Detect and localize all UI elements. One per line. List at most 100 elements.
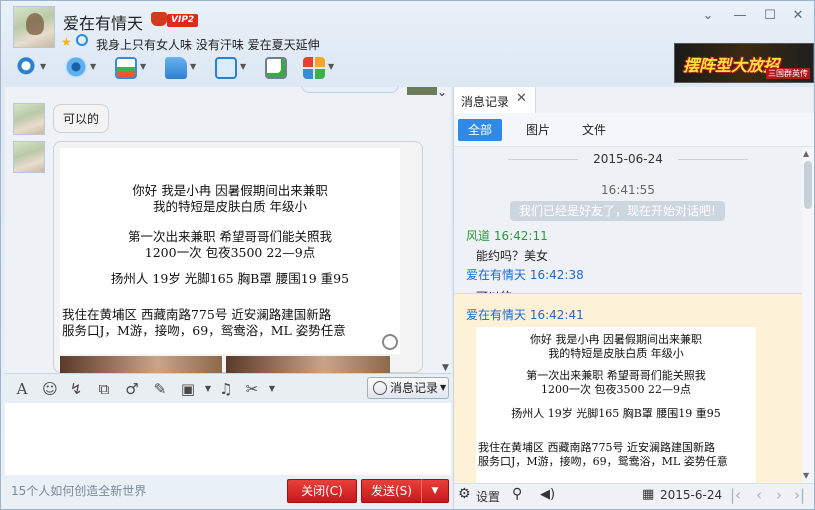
scroll-up-icon[interactable]: ▲ [803,149,809,158]
apps-grid-button[interactable]: ▼ [301,56,339,80]
chevron-down-icon[interactable]: ▼ [90,62,96,71]
filter-files[interactable]: 文件 [572,119,616,141]
chat-window: 爱在有情天 VIP2 ★ 我身上只有女人味 没有汗味 爱在夏天延伸 ⌄ — ☐ … [0,0,815,510]
chevron-down-icon[interactable]: ▼ [140,62,146,71]
image-text-line: 服务口J，M游，接吻，69，鸳鸯浴，ML 姿势任意 [62,323,346,338]
system-message: 我们已经是好友了，现在开始对话吧! [510,201,725,221]
message-history-button[interactable]: 消息记录 ▼ [367,377,449,399]
edit-icon[interactable]: ✎ [149,378,171,400]
chevron-down-icon[interactable]: ⌄ [698,7,718,25]
input-hint[interactable]: 15个人如何创造全新世界 [11,482,146,499]
speaker-icon[interactable]: ◀) [540,487,555,502]
vip-badge[interactable]: VIP2 [167,14,199,27]
file-transfer-button[interactable]: ▼ [163,56,201,80]
filter-all[interactable]: 全部 [458,119,503,141]
message-history-label: 消息记录 [390,381,439,395]
scissors-icon[interactable]: ✂ [241,378,263,400]
ad-banner-sub: 三国群英传 [766,68,810,79]
remote-desktop-icon [115,57,137,79]
sender-name: 爱在有情天 [466,268,527,282]
contact-avatar[interactable] [13,6,55,48]
contact-signature: 我身上只有女人味 没有汗味 爱在夏天延伸 [96,38,320,52]
video-icon [65,57,87,79]
ad-banner-title: 摆阵型大放招 [683,56,780,75]
emoji-icon[interactable]: ☺ [39,378,61,400]
previous-avatar [407,87,437,95]
voice-call-button[interactable]: ▼ [13,56,51,80]
message-sender: 爱在有情天 16:42:41 [466,306,584,323]
contact-nickname[interactable]: 爱在有情天 [63,10,143,34]
screenshot-icon[interactable]: ⧉ [93,378,115,400]
zoom-in-icon[interactable] [382,334,398,350]
remote-desktop-button[interactable]: ▼ [113,56,151,80]
chevron-down-icon[interactable]: ▼ [261,378,283,400]
message-sender: 爱在有情天 16:42:38 [466,266,584,283]
send-options-dropdown[interactable]: ▼ [421,479,449,503]
calendar-icon[interactable]: ▦ [642,487,654,502]
message-input[interactable] [5,403,451,475]
music-icon[interactable]: ♫ [215,378,237,400]
gear-icon[interactable]: ⚙ [458,486,471,502]
screen-share-button[interactable]: ▼ [213,56,251,80]
close-button[interactable]: 关闭(C) [287,479,357,503]
sender-name: 爱在有情天 [466,308,527,322]
history-message-image[interactable]: 你好 我是小冉 因暑假期间出来兼职 我的特短是皮肤白质 年级小 第一次出来兼职 … [476,327,756,483]
voice-icon[interactable]: ♂ [121,378,143,400]
history-messages[interactable]: 2015-06-24 16:41:55 我们已经是好友了，现在开始对话吧! 风道… [454,147,802,483]
shake-icon[interactable]: ↯ [65,378,87,400]
close-icon[interactable]: ✕ [516,91,527,106]
settings-label[interactable]: 设置 [476,488,500,505]
font-icon[interactable]: A [11,378,33,400]
sender-name: 风道 [466,229,491,243]
sender-avatar[interactable] [13,103,45,135]
send-button[interactable]: 发送(S) [361,479,421,503]
chat-message-area[interactable]: ⌄ 可以的 你好 我是小冉 因暑假期间出来兼职 我的特短是皮肤白质 年级小 第一… [5,87,451,373]
photo-thumbnail[interactable] [60,356,222,373]
system-time: 16:41:55 [601,183,655,197]
image-icon[interactable]: ▣ [177,378,199,400]
chevron-down-icon[interactable]: ▼ [328,62,334,71]
chevron-down-icon: ▼ [440,383,447,392]
message-bubble: 可以的 [53,104,110,133]
history-panel: 消息记录 ✕ 全部 图片 文件 2015-06-24 16:41:55 我们已经… [453,87,814,509]
screen-share-icon [215,57,237,79]
prev-page-icon[interactable]: ‹ [756,486,762,504]
search-icon[interactable]: ⚲ [512,486,522,502]
sender-avatar[interactable] [13,141,45,173]
add-app-button[interactable] [263,56,301,80]
maximize-icon[interactable]: ☐ [760,7,780,25]
minimize-icon[interactable]: — [730,7,750,25]
crown-icon [151,12,167,26]
collapse-icon[interactable]: ⌄ [437,87,447,99]
next-page-icon[interactable]: › [776,486,782,504]
scroll-down-icon[interactable]: ▼ [442,363,449,373]
history-scrollbar[interactable]: ▲ ▼ [802,147,814,483]
photo-strip [60,356,406,373]
last-page-icon[interactable]: ›| [794,486,805,504]
star-icon: ★ [61,35,72,49]
chevron-down-icon[interactable]: ▼ [40,62,46,71]
chevron-down-icon[interactable]: ▼ [240,62,246,71]
chevron-down-icon[interactable]: ▼ [190,62,196,71]
scrollbar-thumb[interactable] [804,161,812,209]
date-separator: 2015-06-24 [454,152,802,166]
photo-thumbnail[interactable] [226,356,390,373]
message-time: 16:42:41 [529,308,584,322]
message-text: 能约吗？美女 [476,249,549,263]
filter-images[interactable]: 图片 [516,119,560,141]
image-text-line: 1200一次 包夜3500 22—9点 [541,383,691,396]
qq-show-icon[interactable] [76,34,88,46]
history-date[interactable]: 2015-6-24 [660,488,722,502]
image-text-line: 我的特短是皮肤白质 年级小 [548,347,684,360]
message-image[interactable]: 你好 我是小冉 因暑假期间出来兼职 我的特短是皮肤白质 年级小 第一次出来兼职 … [60,148,400,354]
tab-message-history[interactable]: 消息记录 ✕ [454,87,536,113]
image-text-line: 服务口J，M游，接吻，69，鸳鸯浴，ML 姿势任意 [478,455,728,468]
clock-icon [373,381,387,395]
ad-banner[interactable]: 摆阵型大放招 三国群英传 [674,43,814,83]
first-page-icon[interactable]: |‹ [730,486,741,504]
scroll-down-icon[interactable]: ▼ [803,471,809,480]
video-call-button[interactable]: ▼ [63,56,101,80]
image-text-line: 我的特短是皮肤白质 年级小 [153,199,307,214]
image-text-line: 1200一次 包夜3500 22—9点 [144,245,316,260]
close-icon[interactable]: ✕ [788,7,808,25]
